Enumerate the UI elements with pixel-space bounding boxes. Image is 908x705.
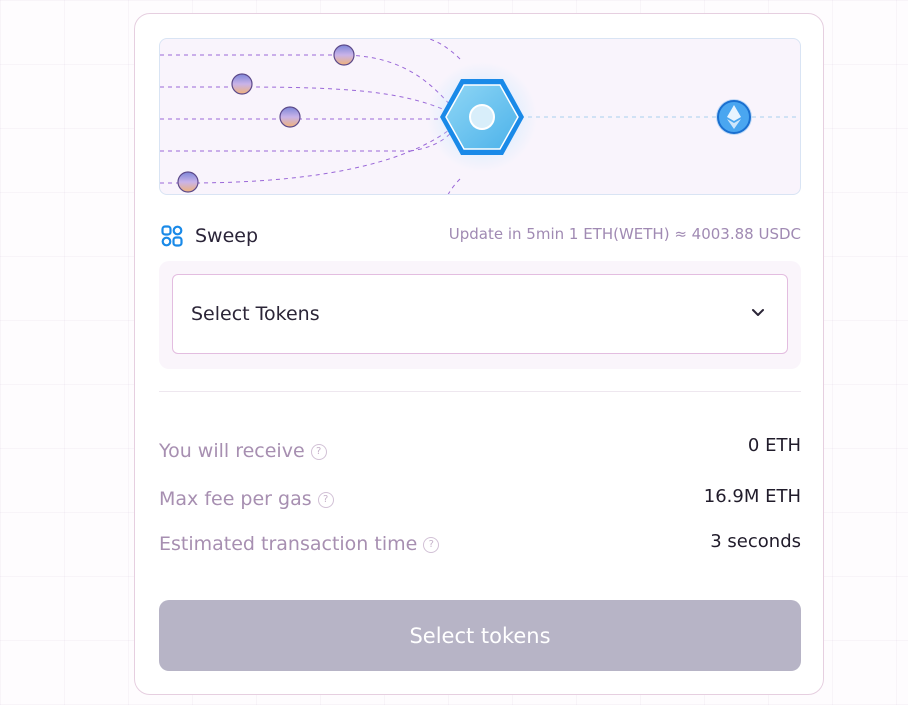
- sweep-card: Sweep Update in 5min 1 ETH(WETH) ≈ 4003.…: [134, 13, 824, 695]
- receive-value: 0 ETH: [747, 435, 801, 456]
- sweep-illustration: [159, 38, 801, 195]
- exchange-rate: Update in 5min 1 ETH(WETH) ≈ 4003.88 USD…: [448, 225, 801, 243]
- select-tokens-button[interactable]: Select tokens: [159, 600, 801, 671]
- divider: [159, 391, 801, 392]
- max-fee-row: Max fee per gas? 16.9M ETH: [159, 484, 801, 514]
- sweep-label: Sweep: [195, 225, 259, 247]
- receive-label: You will receive: [159, 440, 305, 462]
- estimated-time-label: Estimated transaction time: [159, 533, 418, 555]
- estimated-time-row: Estimated transaction time? 3 seconds: [159, 529, 801, 559]
- help-icon[interactable]: ?: [423, 537, 440, 553]
- max-fee-label: Max fee per gas: [159, 488, 312, 510]
- receive-row: You will receive? 0 ETH: [159, 435, 801, 465]
- select-tokens-dropdown[interactable]: Select Tokens: [172, 274, 788, 354]
- help-icon[interactable]: ?: [317, 492, 334, 508]
- sweep-header: Sweep Update in 5min 1 ETH(WETH) ≈ 4003.…: [159, 224, 801, 252]
- select-tokens-label: Select Tokens: [191, 303, 320, 325]
- chevron-down-icon: [752, 309, 764, 316]
- sweep-icon: [161, 225, 183, 247]
- token-select-panel: Select Tokens: [159, 261, 801, 369]
- help-icon[interactable]: ?: [310, 444, 327, 460]
- estimated-time-value: 3 seconds: [710, 531, 801, 552]
- max-fee-value: 16.9M ETH: [703, 486, 801, 507]
